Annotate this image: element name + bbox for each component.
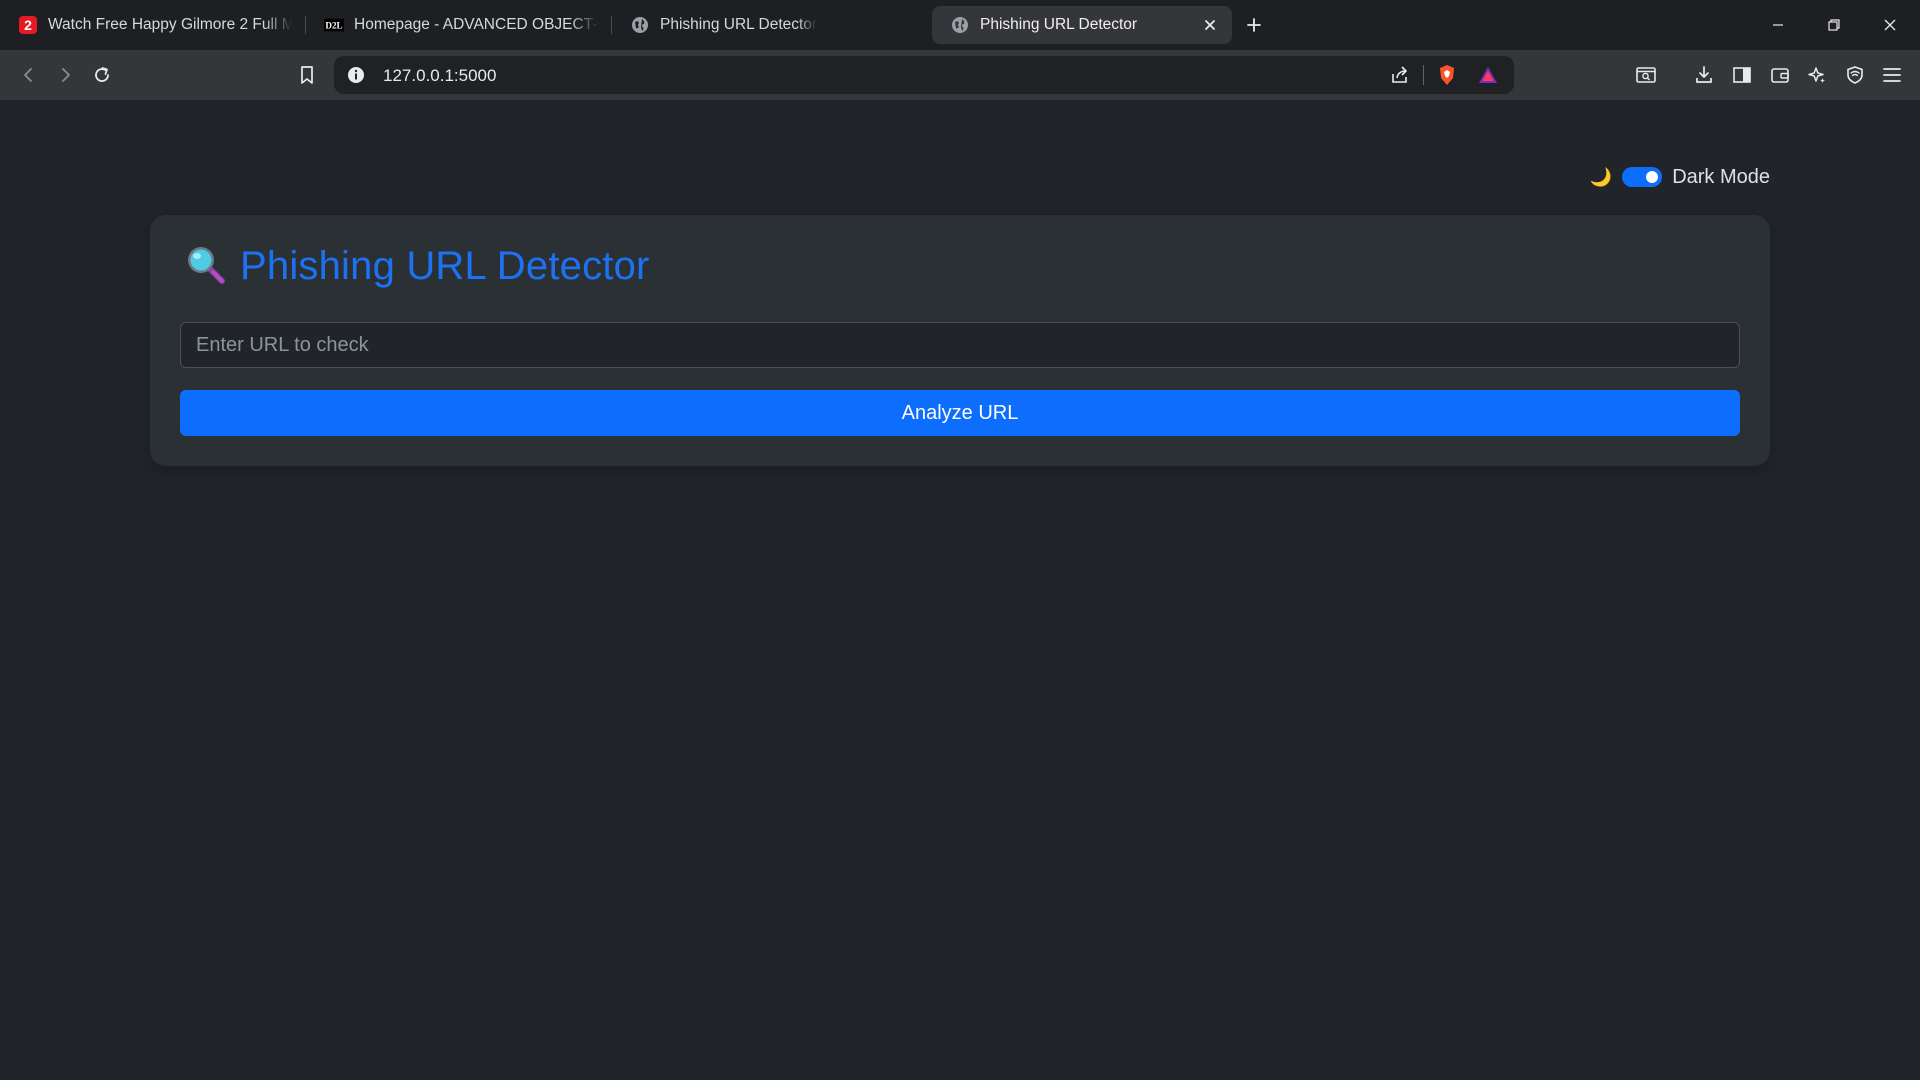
address-text[interactable]: 127.0.0.1:5000 [383, 66, 496, 86]
analyze-url-button[interactable]: Analyze URL [180, 390, 1740, 436]
tab-title: Watch Free Happy Gilmore 2 Full Mo [48, 16, 293, 33]
title-text: Phishing URL Detector [240, 244, 650, 288]
share-icon[interactable] [1388, 63, 1412, 87]
page-title: Phishing URL Detector [184, 243, 650, 290]
d2l-icon: D2L [324, 15, 344, 35]
vpn-button[interactable] [1840, 60, 1870, 90]
globe-icon [950, 15, 970, 35]
plus-icon [1247, 18, 1261, 32]
brave-shields-icon[interactable] [1435, 63, 1459, 87]
site-2-icon: 2 [18, 15, 38, 35]
tab-watch-free[interactable]: 2 Watch Free Happy Gilmore 2 Full Mo [0, 6, 306, 44]
minimize-icon [1773, 24, 1783, 26]
wallet-button[interactable] [1765, 60, 1795, 90]
back-button[interactable] [14, 60, 44, 90]
moon-icon: 🌙 [1589, 167, 1613, 187]
close-tab-icon[interactable] [1200, 15, 1220, 35]
reader-mode-button[interactable] [1631, 60, 1661, 90]
detector-card: Phishing URL Detector Analyze URL [150, 215, 1770, 466]
restore-button[interactable] [1806, 0, 1862, 50]
close-window-button[interactable] [1862, 0, 1918, 50]
tab-title: Homepage - ADVANCED OBJECT-OR [354, 16, 599, 33]
browser-toolbar: 127.0.0.1:5000 [0, 50, 1920, 100]
dark-mode-toggle[interactable]: 🌙 Dark Mode [1590, 164, 1770, 190]
download-icon [1696, 66, 1712, 83]
address-bar[interactable]: 127.0.0.1:5000 [334, 56, 1514, 94]
switch-knob [1646, 171, 1659, 183]
tab-phishing-1[interactable]: Phishing URL Detector [612, 6, 918, 44]
sidebar-icon [1733, 67, 1751, 83]
forward-arrow-icon [62, 68, 70, 82]
page-content: 🌙 Dark Mode Phishing URL Detector Analyz… [0, 100, 1920, 1080]
downloads-button[interactable] [1689, 60, 1719, 90]
hamburger-menu-icon [1883, 68, 1901, 82]
main-menu-button[interactable] [1877, 60, 1907, 90]
tab-title: Phishing URL Detector [980, 16, 1138, 33]
reload-button[interactable] [87, 60, 117, 90]
browser-tab-bar: 2 Watch Free Happy Gilmore 2 Full Mo D2L… [0, 0, 1920, 50]
svg-text:2: 2 [24, 17, 32, 33]
back-arrow-icon [24, 68, 32, 82]
tab-title: Phishing URL Detector [660, 16, 818, 33]
dark-mode-label: Dark Mode [1672, 165, 1770, 188]
tab-homepage[interactable]: D2L Homepage - ADVANCED OBJECT-OR [306, 6, 612, 44]
dark-mode-switch[interactable] [1622, 167, 1663, 187]
omnibox-divider [1423, 65, 1424, 85]
bookmark-icon [301, 66, 313, 84]
page-search-icon [1636, 67, 1656, 83]
reload-icon [95, 67, 109, 82]
forward-button[interactable] [50, 60, 80, 90]
magnifier-icon [184, 243, 226, 290]
url-input[interactable] [180, 322, 1740, 368]
tab-phishing-active[interactable]: Phishing URL Detector [932, 6, 1232, 44]
bookmark-button[interactable] [292, 60, 322, 90]
brave-rewards-icon[interactable] [1476, 63, 1500, 87]
minimize-button[interactable] [1750, 0, 1806, 50]
restore-icon [1828, 19, 1840, 31]
sparkle-icon [1808, 67, 1825, 83]
globe-icon [630, 15, 650, 35]
wallet-icon [1771, 68, 1789, 83]
leo-ai-button[interactable] [1802, 60, 1832, 90]
svg-text:D2L: D2L [325, 21, 342, 31]
sidebar-button[interactable] [1727, 60, 1757, 90]
site-info-icon[interactable] [344, 63, 368, 87]
new-tab-button[interactable] [1234, 5, 1274, 45]
close-icon [1884, 19, 1896, 31]
shield-icon [1847, 66, 1863, 84]
